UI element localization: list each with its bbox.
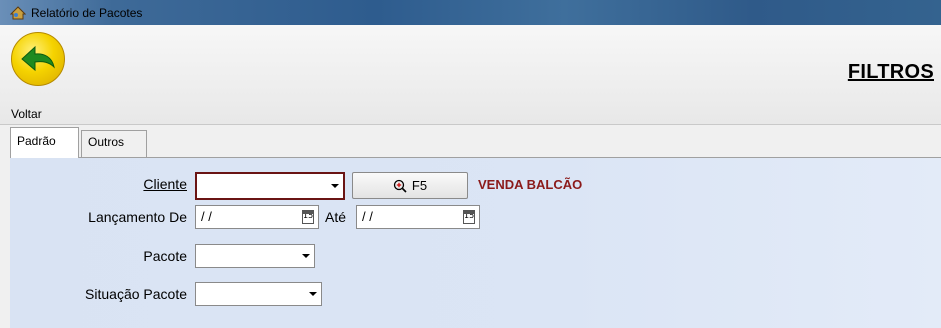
app-icon bbox=[10, 5, 26, 19]
chevron-down-icon bbox=[306, 284, 320, 304]
pacote-combobox[interactable] bbox=[195, 244, 315, 268]
tab-padrao[interactable]: Padrão bbox=[10, 127, 79, 158]
chevron-down-icon bbox=[328, 176, 342, 196]
back-button-label: Voltar bbox=[11, 107, 42, 121]
ate-label: Até bbox=[325, 209, 347, 225]
lancamento-ate-field[interactable]: / / 15 bbox=[356, 205, 480, 229]
zoom-search-icon bbox=[393, 179, 407, 193]
lancamento-de-label: Lançamento De bbox=[88, 209, 187, 225]
calendar-icon[interactable]: 15 bbox=[302, 210, 314, 224]
back-button[interactable]: Voltar bbox=[8, 27, 74, 121]
situacao-pacote-label: Situação Pacote bbox=[85, 286, 187, 302]
cliente-search-button[interactable]: F5 bbox=[352, 172, 468, 199]
filter-panel: Cliente F5 VENDA BALCÃO Lançamento De / … bbox=[10, 157, 941, 328]
pacote-label: Pacote bbox=[143, 248, 187, 264]
lancamento-de-field[interactable]: / / 15 bbox=[195, 205, 319, 229]
cliente-status-text: VENDA BALCÃO bbox=[478, 177, 583, 192]
section-title: FILTROS bbox=[847, 61, 934, 83]
title-bar: Relatório de Pacotes bbox=[0, 0, 941, 25]
situacao-pacote-combobox[interactable] bbox=[195, 282, 322, 306]
window-title: Relatório de Pacotes bbox=[31, 5, 143, 20]
back-arrow-icon bbox=[11, 32, 65, 86]
calendar-icon[interactable]: 15 bbox=[463, 210, 475, 224]
toolbar: Voltar FILTROS bbox=[0, 25, 941, 125]
cliente-label: Cliente bbox=[143, 176, 187, 192]
cliente-combobox[interactable] bbox=[195, 172, 345, 200]
tab-outros[interactable]: Outros bbox=[81, 130, 147, 157]
chevron-down-icon bbox=[299, 246, 313, 266]
